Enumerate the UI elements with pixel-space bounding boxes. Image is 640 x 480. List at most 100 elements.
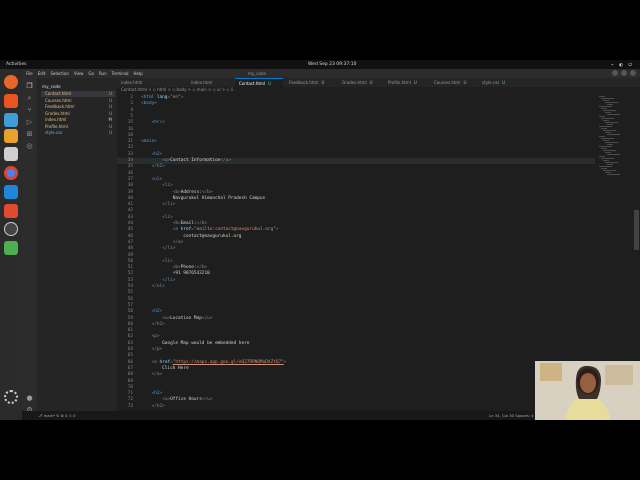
minimap-line (601, 108, 607, 109)
menu-item-terminal[interactable]: Terminal (112, 71, 129, 76)
minimap-line (607, 174, 620, 175)
menu-item-go[interactable]: Go (88, 71, 94, 76)
minimap-line (603, 120, 609, 121)
menu-item-selection[interactable]: Selection (50, 71, 68, 76)
minimap-line (599, 136, 605, 137)
tab-grades-html[interactable]: Grades.html U (338, 78, 384, 87)
file-item-style[interactable]: style.css U (41, 130, 115, 136)
close-button[interactable] (630, 70, 636, 76)
tab-index-html[interactable]: index.html (117, 78, 175, 87)
minimap-line (599, 146, 612, 147)
webcam-overlay (535, 361, 640, 420)
ubuntu-icon[interactable] (4, 222, 18, 236)
tab-feedback-html[interactable]: Feedback.html U (285, 78, 337, 87)
trash-icon[interactable] (4, 241, 18, 255)
explorer-sidebar: my_code Contact.html U Courses.html U Fe… (37, 78, 117, 411)
extensions-icon[interactable]: ⊞ (25, 130, 34, 138)
code-text: </h2> (151, 403, 165, 409)
menu-item-help[interactable]: Help (134, 71, 143, 76)
minimap-line (599, 126, 612, 127)
file-item-contact[interactable]: Contact.html U (41, 91, 115, 97)
file-item-index[interactable]: index.html M (41, 117, 115, 123)
minimap-line (603, 130, 616, 131)
menu-item-file[interactable]: File (26, 71, 33, 76)
minimap-line (601, 98, 614, 99)
minimap-line (603, 170, 616, 171)
tab-profile-html[interactable]: Profile.html U (384, 78, 430, 87)
minimap-line (605, 142, 618, 143)
search-icon[interactable]: ⌕ (25, 94, 34, 102)
activities-button[interactable]: Activities (6, 62, 27, 67)
thunderbird-icon[interactable] (4, 113, 18, 127)
minimap-line (599, 96, 605, 97)
maximize-button[interactable] (621, 70, 627, 76)
files-icon[interactable] (4, 94, 18, 108)
minimap-line (605, 152, 611, 153)
file-item-profile[interactable]: Profile.html U (41, 124, 115, 130)
tab-index-html-2[interactable]: index.html (187, 78, 232, 87)
minimap-line (599, 156, 605, 157)
clock[interactable]: Wed Sep 23 09:37:10 (308, 62, 357, 67)
account-icon[interactable]: ● (25, 394, 34, 402)
minimap-line (599, 166, 612, 167)
minimap-line (601, 118, 614, 119)
line-number: 73 (127, 403, 133, 409)
minimap-line (605, 122, 618, 123)
menu-item-run[interactable]: Run (99, 71, 107, 76)
firefox-icon[interactable] (4, 75, 18, 89)
minimap-line (601, 128, 607, 129)
editor-scrollbar[interactable] (634, 210, 639, 250)
source-control-icon[interactable]: ⑂ (25, 106, 34, 114)
minimap-line (605, 102, 618, 103)
minimap-line (603, 110, 616, 111)
explorer-folder-title[interactable]: my_code (42, 84, 61, 89)
show-apps-icon[interactable] (4, 390, 18, 404)
minimap-line (607, 144, 613, 145)
vscode-title-bar: File Edit Selection View Go Run Terminal… (22, 69, 640, 78)
file-item-courses[interactable]: Courses.html U (41, 98, 115, 104)
minimap-line (601, 158, 614, 159)
code-editor[interactable]: 2 <html lang="en"> 3 <body> 4 5 15 <hr/> 16 30 31… (117, 93, 595, 411)
tab-style-css[interactable]: style.css U (478, 78, 518, 87)
minimap-line (601, 138, 614, 139)
code-line[interactable]: 73 </h2> (117, 404, 595, 410)
vscode-icon[interactable] (4, 185, 18, 199)
remote-explorer-icon[interactable]: ◎ (25, 142, 34, 150)
system-top-bar: Activities Wed Sep 23 09:37:10 ⌁ ◐ ⏻ (0, 60, 640, 69)
system-tray[interactable]: ⌁ ◐ ⏻ (611, 62, 634, 68)
minimap-line (607, 114, 620, 115)
minimap-line (607, 104, 613, 105)
minimap-line (607, 164, 613, 165)
minimap-line (601, 148, 607, 149)
minimap-line (607, 124, 613, 125)
chrome-icon[interactable] (4, 166, 18, 180)
dock (0, 69, 22, 420)
minimap-line (601, 168, 607, 169)
file-item-feedback[interactable]: Feedback.html U (41, 104, 115, 110)
menu-item-edit[interactable]: Edit (38, 71, 46, 76)
minimize-button[interactable] (612, 70, 618, 76)
menu-item-view[interactable]: View (74, 71, 84, 76)
webcam-person-image (535, 361, 640, 420)
status-branch[interactable]: ⎇ main* ↻ ⊗ 0 ⚠ 0 (38, 411, 76, 420)
minimap-line (605, 172, 611, 173)
minimap-line (603, 100, 609, 101)
editor-app-icon[interactable] (4, 204, 18, 218)
minimap-line (605, 162, 618, 163)
minimap-line (603, 150, 616, 151)
minimap-line (603, 140, 609, 141)
activity-bar: ❐ ⌕ ⑂ ▷ ⊞ ◎ ● ⚙ (22, 78, 37, 420)
editor-tab-bar: index.html index.html Contact.html U Feed… (117, 78, 640, 87)
command-center[interactable]: my_code (248, 71, 266, 76)
minimap-line (599, 116, 605, 117)
minimap-line (603, 160, 609, 161)
explorer-icon[interactable]: ❐ (25, 82, 34, 90)
tab-courses-html[interactable]: Courses.html U (430, 78, 478, 87)
run-debug-icon[interactable]: ▷ (25, 118, 34, 126)
terminal-icon[interactable] (4, 147, 18, 161)
minimap-line (607, 154, 620, 155)
file-item-grades[interactable]: Grades.html U (41, 111, 115, 117)
tab-contact-html[interactable]: Contact.html U (235, 78, 283, 87)
software-center-icon[interactable] (4, 129, 18, 143)
menu-bar: File Edit Selection View Go Run Terminal… (26, 71, 143, 76)
